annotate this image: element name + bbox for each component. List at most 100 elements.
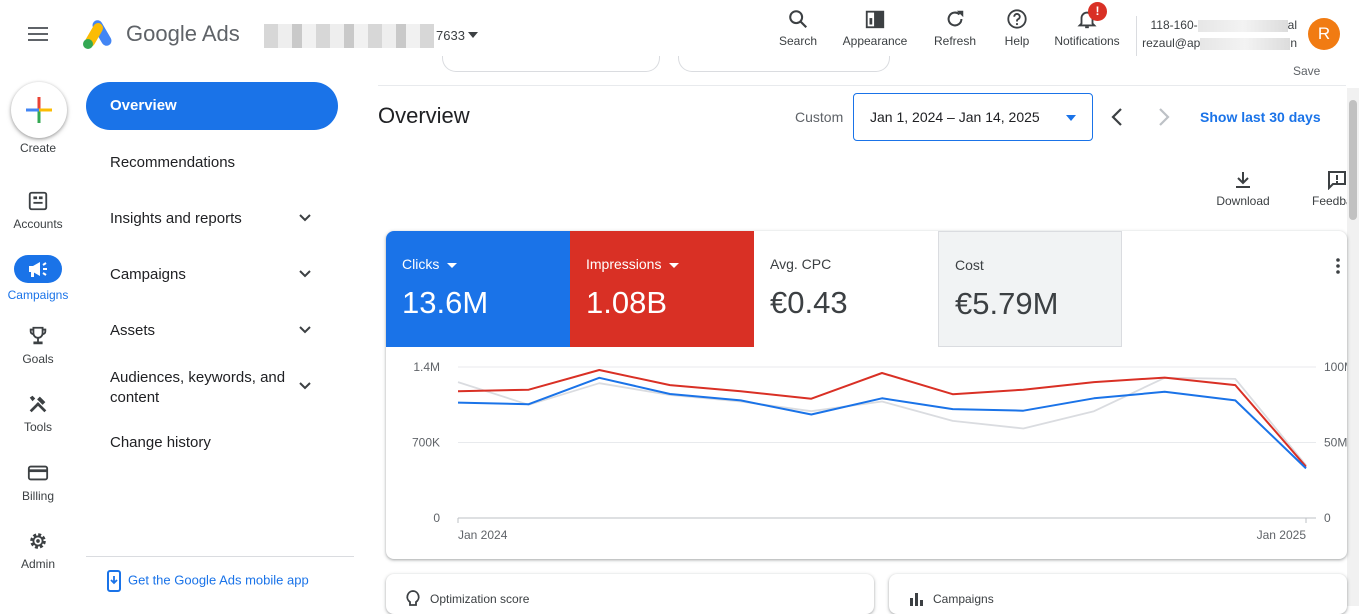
series-line-comparison[interactable] xyxy=(457,376,1307,466)
chevron-down-icon[interactable] xyxy=(298,211,312,225)
scrolled-card-edge xyxy=(442,56,660,72)
refresh-button[interactable]: Refresh xyxy=(930,8,980,48)
chart-axis-labels: 1.4M 100M 700K 50M 0 0 Jan 2024 Jan 2025 xyxy=(412,360,1347,542)
campaigns-card[interactable]: Campaigns xyxy=(889,574,1347,614)
metric-dropdown-icon[interactable] xyxy=(669,262,680,268)
rail-item-accounts[interactable]: Accounts xyxy=(0,190,76,231)
brand-name: Google Ads xyxy=(126,21,240,46)
user-email-line[interactable]: rezaul@ap n xyxy=(1142,36,1297,50)
mobile-app-label: Get the Google Ads mobile app xyxy=(128,572,309,588)
nav-overview-label: Overview xyxy=(110,97,177,114)
notifications-label: Notifications xyxy=(1054,34,1120,48)
rail-item-admin[interactable]: Admin xyxy=(0,530,76,571)
notification-badge: ! xyxy=(1088,2,1107,21)
nav-item-campaigns[interactable]: Campaigns xyxy=(110,266,186,283)
notifications-button[interactable]: Notifications xyxy=(1048,8,1126,48)
performance-card: Clicks 13.6M Impressions 1.08B Avg. CPC … xyxy=(386,231,1347,559)
account-dropdown-icon[interactable] xyxy=(468,32,478,38)
metric-clicks-value: 13.6M xyxy=(402,285,489,320)
metric-clicks-label: Clicks xyxy=(402,256,458,272)
rail-item-goals[interactable]: Goals xyxy=(0,325,76,366)
optimization-score-card[interactable]: Optimization score xyxy=(386,574,1228,614)
series-line-clicks[interactable] xyxy=(457,376,1307,470)
metric-clicks[interactable]: Clicks 13.6M xyxy=(386,231,570,347)
nav-item-change-history[interactable]: Change history xyxy=(110,434,211,451)
search-label: Search xyxy=(778,34,818,48)
performance-chart: 1.4M 100M 700K 50M 0 0 Jan 2024 Jan 2025 xyxy=(412,360,1347,542)
bar-chart-icon xyxy=(910,593,923,606)
tools-icon xyxy=(29,395,47,413)
nav-item-recommendations[interactable]: Recommendations xyxy=(110,154,235,171)
user-line2-end: n xyxy=(1290,36,1297,50)
chevron-down-icon[interactable] xyxy=(298,379,312,393)
campaigns-card-title: Campaigns xyxy=(933,592,994,606)
feedback-button[interactable]: Feedba xyxy=(1309,170,1347,208)
avatar[interactable]: R xyxy=(1308,18,1340,50)
rail-goals-label: Goals xyxy=(22,352,54,366)
next-period-icon[interactable] xyxy=(1154,106,1174,128)
download-button[interactable]: Download xyxy=(1213,170,1273,208)
phone-icon xyxy=(107,570,121,592)
chevron-down-icon[interactable] xyxy=(298,323,312,337)
gear-icon xyxy=(30,533,46,549)
series-line-impressions[interactable] xyxy=(457,369,1307,468)
metric-clicks-label-text: Clicks xyxy=(402,256,440,272)
chart-grid xyxy=(457,366,1316,523)
rail-active-pill xyxy=(14,255,62,283)
scrolled-card-edge xyxy=(678,56,890,72)
menu-icon[interactable] xyxy=(26,22,50,46)
mobile-app-link[interactable]: Get the Google Ads mobile app xyxy=(106,570,309,592)
metric-avg-cpc[interactable]: Avg. CPC €0.43 xyxy=(754,231,938,347)
metric-dropdown-icon[interactable] xyxy=(447,262,458,268)
date-range-picker[interactable]: Jan 1, 2024 – Jan 14, 2025 xyxy=(853,93,1093,141)
account-id[interactable]: 7633 xyxy=(436,28,465,43)
nav-divider xyxy=(86,556,354,557)
help-icon xyxy=(1007,9,1027,29)
dropdown-arrow-icon xyxy=(1066,115,1076,121)
card-icon xyxy=(27,465,49,481)
nav-item-assets[interactable]: Assets xyxy=(110,322,155,339)
refresh-label: Refresh xyxy=(933,34,977,48)
lightbulb-icon xyxy=(406,590,420,606)
nav-item-overview[interactable]: Overview xyxy=(86,82,338,130)
y-left-tick-label: 0 xyxy=(433,511,440,525)
rail-billing-label: Billing xyxy=(21,489,54,503)
page-title: Overview xyxy=(378,103,470,128)
chevron-down-icon[interactable] xyxy=(298,267,312,281)
rail-item-campaigns[interactable]: Campaigns xyxy=(0,255,76,302)
rail-create-label[interactable]: Create xyxy=(0,141,76,155)
refresh-icon xyxy=(947,10,964,27)
rail-item-tools[interactable]: Tools xyxy=(0,393,76,434)
show-last-30-days-link[interactable]: Show last 30 days xyxy=(1200,109,1321,125)
feedback-label: Feedba xyxy=(1312,194,1347,208)
appearance-button[interactable]: Appearance xyxy=(840,8,910,48)
metric-impressions-label-text: Impressions xyxy=(586,256,662,272)
google-ads-logo-icon[interactable] xyxy=(82,18,116,50)
rail-admin-label: Admin xyxy=(20,557,55,571)
create-button[interactable] xyxy=(11,82,67,138)
scrollbar-thumb[interactable] xyxy=(1349,100,1357,220)
rail-item-billing[interactable]: Billing xyxy=(0,462,76,503)
user-line2-redacted xyxy=(1200,37,1291,50)
metric-impressions[interactable]: Impressions 1.08B xyxy=(570,231,754,347)
date-mode-label: Custom xyxy=(795,109,844,125)
nav-item-insights[interactable]: Insights and reports xyxy=(110,210,242,227)
previous-period-icon[interactable] xyxy=(1107,106,1127,128)
appearance-label: Appearance xyxy=(842,34,908,48)
help-button[interactable]: Help xyxy=(1000,8,1034,48)
more-options-icon[interactable] xyxy=(1336,258,1340,274)
nav-item-audiences[interactable]: Audiences, keywords, and content xyxy=(110,368,290,408)
date-range-value: Jan 1, 2024 – Jan 14, 2025 xyxy=(870,109,1040,125)
account-name-redacted[interactable] xyxy=(264,24,434,48)
x-tick-label: Jan 2025 xyxy=(1257,528,1307,542)
megaphone-icon xyxy=(29,262,47,277)
toolbar-divider xyxy=(1136,16,1137,56)
y-right-tick-label: 50M xyxy=(1324,436,1347,450)
user-line1-redacted xyxy=(1197,19,1288,32)
main-divider xyxy=(378,85,1346,86)
user-account-line[interactable]: 118-160- al xyxy=(1151,18,1298,32)
metric-cost[interactable]: Cost €5.79M xyxy=(938,231,1122,347)
search-button[interactable]: Search xyxy=(777,8,819,48)
metric-avg-cpc-label: Avg. CPC xyxy=(770,256,832,272)
save-button-partial[interactable]: Save xyxy=(1293,64,1320,78)
